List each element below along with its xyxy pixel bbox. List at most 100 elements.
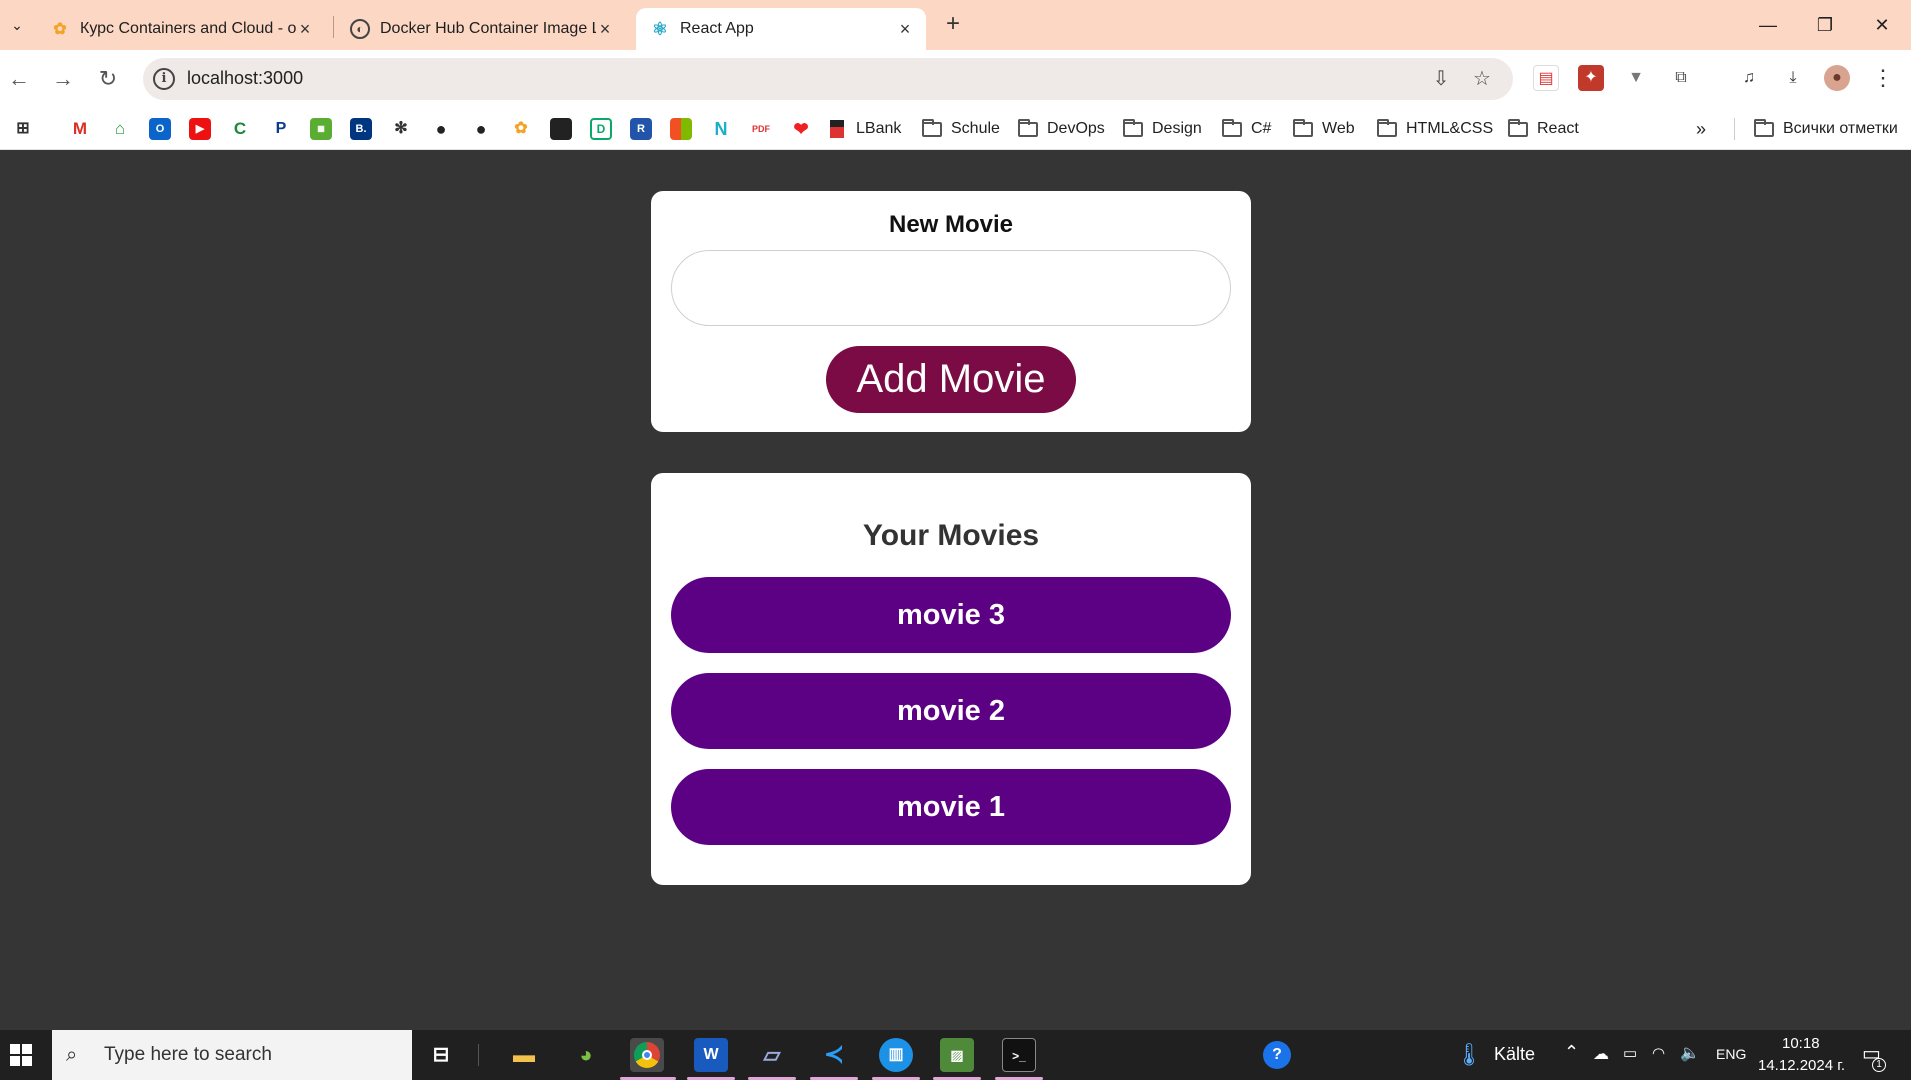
new-movie-heading: New Movie bbox=[888, 211, 1014, 238]
profile-avatar[interactable]: ● bbox=[1824, 65, 1850, 91]
tab-separator bbox=[333, 16, 334, 38]
weather-thermometer-icon[interactable]: 🌡 bbox=[1455, 1042, 1483, 1068]
openai-icon[interactable]: ✻ bbox=[390, 118, 412, 140]
n-icon[interactable]: N bbox=[710, 118, 732, 140]
tab-react-app[interactable]: ⚛ React App × bbox=[636, 8, 926, 50]
github-icon[interactable]: ● bbox=[430, 118, 452, 140]
media-control-icon[interactable]: ♫ bbox=[1736, 65, 1762, 91]
reload-icon[interactable]: ↻ bbox=[93, 64, 123, 94]
folder-icon bbox=[1222, 118, 1242, 137]
weather-text[interactable]: Kälte bbox=[1494, 1044, 1535, 1065]
d-icon[interactable]: D bbox=[590, 118, 612, 140]
address-bar[interactable]: i localhost:3000 ⇩ ☆ bbox=[143, 58, 1513, 100]
window-close-icon[interactable]: ✕ bbox=[1862, 10, 1902, 40]
extension-v-icon[interactable]: ▼ bbox=[1623, 65, 1649, 91]
close-icon[interactable]: × bbox=[296, 19, 314, 40]
terminal-taskbar-icon[interactable]: >_ bbox=[1002, 1038, 1036, 1072]
tab-title: Курс Containers and Cloud - on bbox=[80, 20, 296, 37]
back-arrow-icon[interactable]: ← bbox=[4, 64, 34, 94]
bookmark-folder-web[interactable]: Web bbox=[1293, 118, 1355, 140]
notepad-icon[interactable]: ▱ bbox=[755, 1038, 789, 1072]
bookmark-star-icon[interactable]: ☆ bbox=[1470, 67, 1494, 91]
movie-title-input[interactable] bbox=[671, 250, 1231, 326]
tab-docker-hub[interactable]: ◐ Docker Hub Container Image Li × bbox=[336, 8, 626, 50]
notification-count-badge: 1 bbox=[1872, 1058, 1886, 1072]
language-indicator[interactable]: ENG bbox=[1716, 1046, 1746, 1062]
browser-toolbar: ← → ↻ i localhost:3000 ⇩ ☆ ▤ ✦ ▼ ⧉ ♫ ⤓ ●… bbox=[0, 50, 1911, 108]
forward-arrow-icon[interactable]: → bbox=[48, 64, 78, 94]
windows-start-icon[interactable] bbox=[10, 1044, 32, 1066]
minimize-icon[interactable]: — bbox=[1748, 10, 1788, 40]
apps-grid-icon[interactable]: ⊞ bbox=[12, 118, 34, 140]
bookmark-label: LBank bbox=[856, 120, 902, 137]
home-icon[interactable]: ⌂ bbox=[109, 118, 131, 140]
menu-kebab-icon[interactable]: ⋮ bbox=[1870, 65, 1896, 91]
softuni-icon[interactable]: ✿ bbox=[510, 118, 532, 140]
youtube-icon[interactable]: ▶ bbox=[189, 118, 211, 140]
close-icon[interactable]: × bbox=[596, 19, 614, 40]
heart-icon[interactable]: ❤ bbox=[790, 118, 812, 140]
clock-date[interactable]: 14.12.2024 г. bbox=[1758, 1057, 1845, 1074]
bookmark-folder-devops[interactable]: DevOps bbox=[1018, 118, 1105, 140]
add-movie-button[interactable]: Add Movie bbox=[826, 346, 1076, 413]
word-icon[interactable]: W bbox=[694, 1038, 728, 1072]
r-icon[interactable]: R bbox=[630, 118, 652, 140]
booking-icon[interactable]: B. bbox=[350, 118, 372, 140]
extension-red-icon[interactable]: ✦ bbox=[1578, 65, 1604, 91]
onedrive-cloud-icon[interactable]: ☁ bbox=[1593, 1044, 1609, 1064]
bookmark-folder-schule[interactable]: Schule bbox=[922, 118, 1000, 140]
chameleon-app-icon[interactable]: ◕ bbox=[569, 1038, 603, 1072]
tray-chevron-up-icon[interactable]: ⌃ bbox=[1564, 1042, 1579, 1063]
close-icon[interactable]: × bbox=[896, 19, 914, 40]
microsoft-icon[interactable] bbox=[670, 118, 692, 140]
site-info-icon[interactable]: i bbox=[153, 68, 175, 90]
bookmark-folder-react[interactable]: React bbox=[1508, 118, 1579, 140]
outlook-icon[interactable]: O bbox=[149, 118, 171, 140]
your-movies-card: Your Movies movie 3 movie 2 movie 1 bbox=[651, 473, 1251, 885]
paypal-icon[interactable]: P bbox=[270, 118, 292, 140]
tab-search-chevron-icon[interactable]: ⌄ bbox=[4, 12, 30, 38]
bookmark-label: Всички отметки bbox=[1783, 120, 1898, 137]
url-text[interactable]: localhost:3000 bbox=[187, 68, 303, 89]
restore-icon[interactable]: ❐ bbox=[1805, 10, 1845, 40]
wifi-icon[interactable]: ◠ bbox=[1652, 1044, 1665, 1062]
folder-icon bbox=[1293, 118, 1313, 137]
movie-item[interactable]: movie 3 bbox=[671, 577, 1231, 653]
chrome-taskbar-icon[interactable] bbox=[630, 1038, 664, 1072]
clock-time[interactable]: 10:18 bbox=[1782, 1035, 1820, 1052]
battery-icon[interactable]: ▭ bbox=[1623, 1044, 1637, 1062]
movie-item[interactable]: movie 2 bbox=[671, 673, 1231, 749]
install-app-icon[interactable]: ⇩ bbox=[1429, 67, 1453, 91]
more-bookmarks-chevron-icon[interactable]: » bbox=[1696, 118, 1706, 140]
c-green-icon[interactable]: C bbox=[229, 118, 251, 140]
datev-icon[interactable]: ▦ bbox=[310, 118, 332, 140]
terminal-icon[interactable] bbox=[550, 118, 572, 140]
gmail-icon[interactable]: M bbox=[69, 118, 91, 140]
lbank-icon bbox=[830, 120, 844, 138]
help-question-icon[interactable]: ? bbox=[1263, 1041, 1291, 1069]
bookmark-label: DevOps bbox=[1047, 120, 1105, 137]
folder-icon bbox=[1123, 118, 1143, 137]
bookmark-folder-csharp[interactable]: C# bbox=[1222, 118, 1271, 140]
task-view-icon[interactable]: ⊟ bbox=[424, 1038, 458, 1072]
file-explorer-icon[interactable]: ▬ bbox=[507, 1038, 541, 1072]
new-tab-plus-icon[interactable]: + bbox=[940, 12, 966, 38]
github-icon[interactable]: ● bbox=[470, 118, 492, 140]
download-icon[interactable]: ⤓ bbox=[1780, 65, 1806, 91]
volume-icon[interactable]: 🔈 bbox=[1680, 1043, 1700, 1063]
bookmark-folder-htmlcss[interactable]: HTML&CSS bbox=[1377, 118, 1493, 140]
docker-desktop-icon[interactable]: ▥ bbox=[879, 1038, 913, 1072]
bookmark-lbank[interactable]: LBank bbox=[830, 118, 901, 140]
tab-containers-cloud[interactable]: ✿ Курс Containers and Cloud - on × bbox=[36, 8, 326, 50]
bookmark-label: Design bbox=[1152, 120, 1202, 137]
movie-item[interactable]: movie 1 bbox=[671, 769, 1231, 845]
image-app-icon[interactable]: ▨ bbox=[940, 1038, 974, 1072]
bookmark-folder-design[interactable]: Design bbox=[1123, 118, 1202, 140]
extension-notes-icon[interactable]: ▤ bbox=[1533, 65, 1559, 91]
tab-title: Docker Hub Container Image Li bbox=[380, 20, 596, 37]
extensions-puzzle-icon[interactable]: ⧉ bbox=[1668, 65, 1694, 91]
taskbar-search-box[interactable]: ⌕ Type here to search bbox=[52, 1030, 412, 1080]
vscode-icon[interactable]: ≺ bbox=[817, 1038, 851, 1072]
all-bookmarks-folder[interactable]: Всички отметки bbox=[1754, 118, 1898, 140]
pdf24-icon[interactable]: PDF bbox=[750, 118, 772, 140]
